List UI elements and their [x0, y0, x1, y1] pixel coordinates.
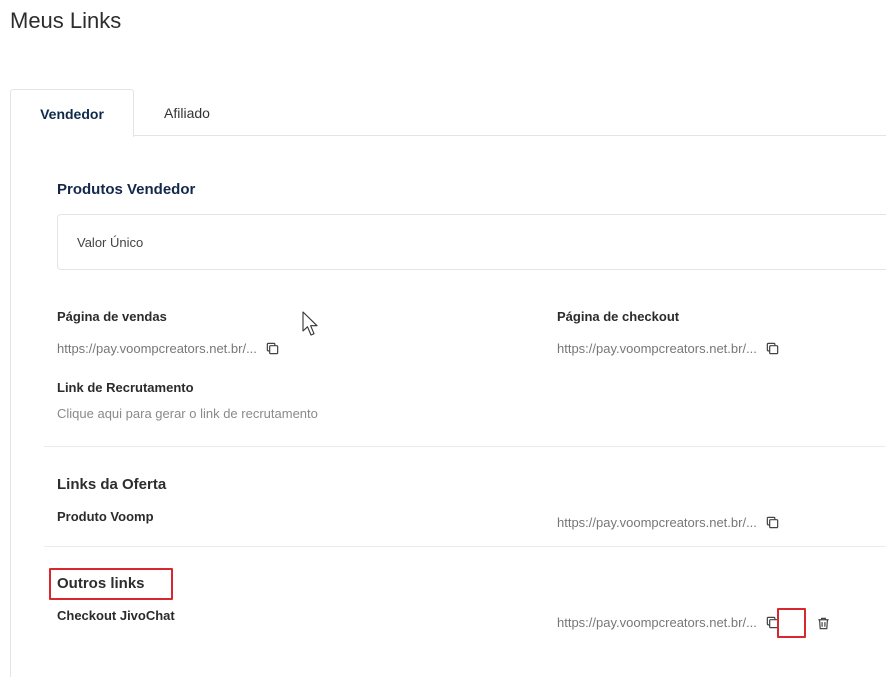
label-pagina-checkout: Página de checkout — [557, 309, 680, 324]
copy-icon[interactable] — [265, 340, 281, 356]
page-title: Meus Links — [10, 8, 122, 33]
tab-afiliado[interactable]: Afiliado — [134, 89, 240, 136]
section-title-produtos-vendedor: Produtos Vendedor — [57, 181, 196, 198]
url-checkout-jivochat-text: https://pay.voompcreators.net.br/... — [557, 614, 757, 630]
divider — [44, 546, 886, 547]
label-link-recrutamento: Link de Recrutamento — [57, 380, 194, 395]
url-produto-voomp: https://pay.voompcreators.net.br/... — [557, 514, 781, 530]
product-option-valor-unico[interactable]: Valor Único — [57, 214, 886, 270]
trash-icon[interactable] — [815, 615, 831, 631]
mouse-cursor-icon — [302, 311, 318, 336]
tab-bar: Vendedor Afiliado — [10, 89, 886, 137]
label-pagina-vendas: Página de vendas — [57, 309, 167, 324]
label-checkout-jivochat: Checkout JivoChat — [57, 608, 175, 623]
section-title-outros-links: Outros links — [57, 575, 145, 592]
url-pagina-vendas: https://pay.voompcreators.net.br/... — [57, 340, 281, 356]
url-checkout-jivochat: https://pay.voompcreators.net.br/... — [557, 614, 781, 630]
section-title-links-oferta: Links da Oferta — [57, 476, 167, 493]
highlight-copy-jivochat — [777, 608, 806, 638]
divider — [44, 446, 886, 447]
label-produto-voomp: Produto Voomp — [57, 509, 154, 524]
generate-recruitment-link[interactable]: Clique aqui para gerar o link de recruta… — [57, 406, 318, 421]
copy-icon[interactable] — [765, 340, 781, 356]
url-produto-voomp-text: https://pay.voompcreators.net.br/... — [557, 514, 757, 530]
copy-icon[interactable] — [765, 514, 781, 530]
tab-vendedor[interactable]: Vendedor — [10, 89, 134, 137]
product-option-label: Valor Único — [77, 234, 144, 250]
url-pagina-checkout-text: https://pay.voompcreators.net.br/... — [557, 340, 757, 356]
url-pagina-vendas-text: https://pay.voompcreators.net.br/... — [57, 340, 257, 356]
url-pagina-checkout: https://pay.voompcreators.net.br/... — [557, 340, 781, 356]
